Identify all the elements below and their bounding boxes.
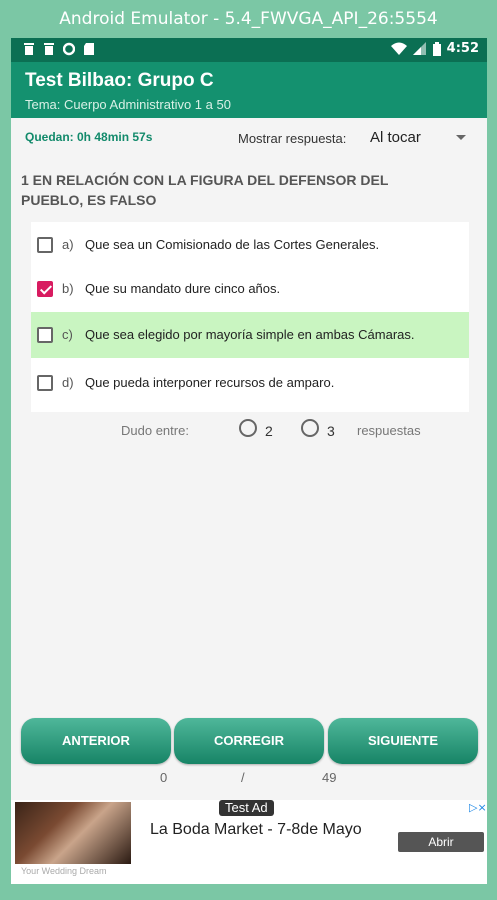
check-button[interactable]: CORREGIR [174,718,324,764]
show-answer-select[interactable]: Al tocar [366,127,466,149]
previous-button[interactable]: ANTERIOR [21,718,171,764]
trash-icon [24,43,34,55]
chevron-down-icon [456,135,466,140]
status-bar: 4:52 [11,38,487,62]
remaining-time: Quedan: 0h 48min 57s [25,130,153,144]
radio-3-label: 3 [327,423,335,439]
option-b[interactable]: b) Que su mandato dure cinco años. [31,266,469,312]
radio-2[interactable] [239,419,257,437]
current-question: 0 [160,770,168,785]
option-letter: a) [62,237,74,252]
doubt-row: Dudo entre: 2 3 respuestas [11,418,487,446]
option-text: Que pueda interponer recursos de amparo. [85,375,335,390]
option-letter: d) [62,375,74,390]
radio-2-label: 2 [265,423,273,439]
option-text: Que sea un Comisionado de las Cortes Gen… [85,237,380,252]
circle-icon [63,42,75,56]
radio-3[interactable] [301,419,319,437]
option-text: Que sea elegido por mayoría simple en am… [85,327,415,342]
page-title: Test Bilbao: Grupo C [25,70,214,91]
page-subtitle: Tema: Cuerpo Administrativo 1 a 50 [25,97,231,112]
trash-icon [44,43,54,55]
window-title: Android Emulator - 5.4_FWVGA_API_26:5554 [0,0,497,38]
next-button[interactable]: SIGUIENTE [328,718,478,764]
ad-choices-icon[interactable]: ▷× [469,801,487,815]
ad-banner[interactable]: Your Wedding Dream Test Ad ▷× La Boda Ma… [11,800,487,884]
option-d[interactable]: d) Que pueda interponer recursos de ampa… [31,360,469,406]
timer-row: Quedan: 0h 48min 57s Mostrar respuesta: … [11,118,487,158]
sim-card-icon [84,43,94,55]
checkbox-icon[interactable] [37,375,53,391]
ad-image [15,802,131,864]
pager-separator: / [241,770,245,785]
signal-icon [412,41,426,55]
checkbox-icon[interactable] [37,237,53,253]
question-text: 1 EN RELACIÓN CON LA FIGURA DEL DEFENSOR… [21,172,389,208]
checkbox-checked-icon[interactable] [37,281,53,297]
system-icons: 4:52 [390,41,479,56]
ad-title[interactable]: La Boda Market - 7-8de Mayo [150,818,370,842]
status-time: 4:52 [446,41,479,56]
checkbox-icon[interactable] [37,327,53,343]
doubt-label: Dudo entre: [121,423,189,438]
show-answer-value: Al tocar [370,129,421,146]
ad-caption: Your Wedding Dream [21,866,107,876]
show-answer-label: Mostrar respuesta: [238,131,347,146]
total-questions: 49 [322,770,337,785]
app-bar: Test Bilbao: Grupo C Tema: Cuerpo Admini… [11,62,487,118]
battery-icon [432,41,441,56]
option-a[interactable]: a) Que sea un Comisionado de las Cortes … [31,222,469,268]
doubt-suffix: respuestas [357,423,421,438]
options-list: a) Que sea un Comisionado de las Cortes … [31,222,469,412]
wifi-icon [390,42,407,55]
option-letter: b) [62,281,74,296]
option-text: Que su mandato dure cinco años. [85,281,281,296]
option-letter: c) [62,327,73,342]
test-ad-badge: Test Ad [219,800,274,816]
ad-open-button[interactable]: Abrir [398,832,484,852]
window-frame-bottom [0,884,497,900]
option-c[interactable]: c) Que sea elegido por mayoría simple en… [31,312,469,358]
main-content: Quedan: 0h 48min 57s Mostrar respuesta: … [11,118,487,800]
notification-icons [23,42,95,56]
